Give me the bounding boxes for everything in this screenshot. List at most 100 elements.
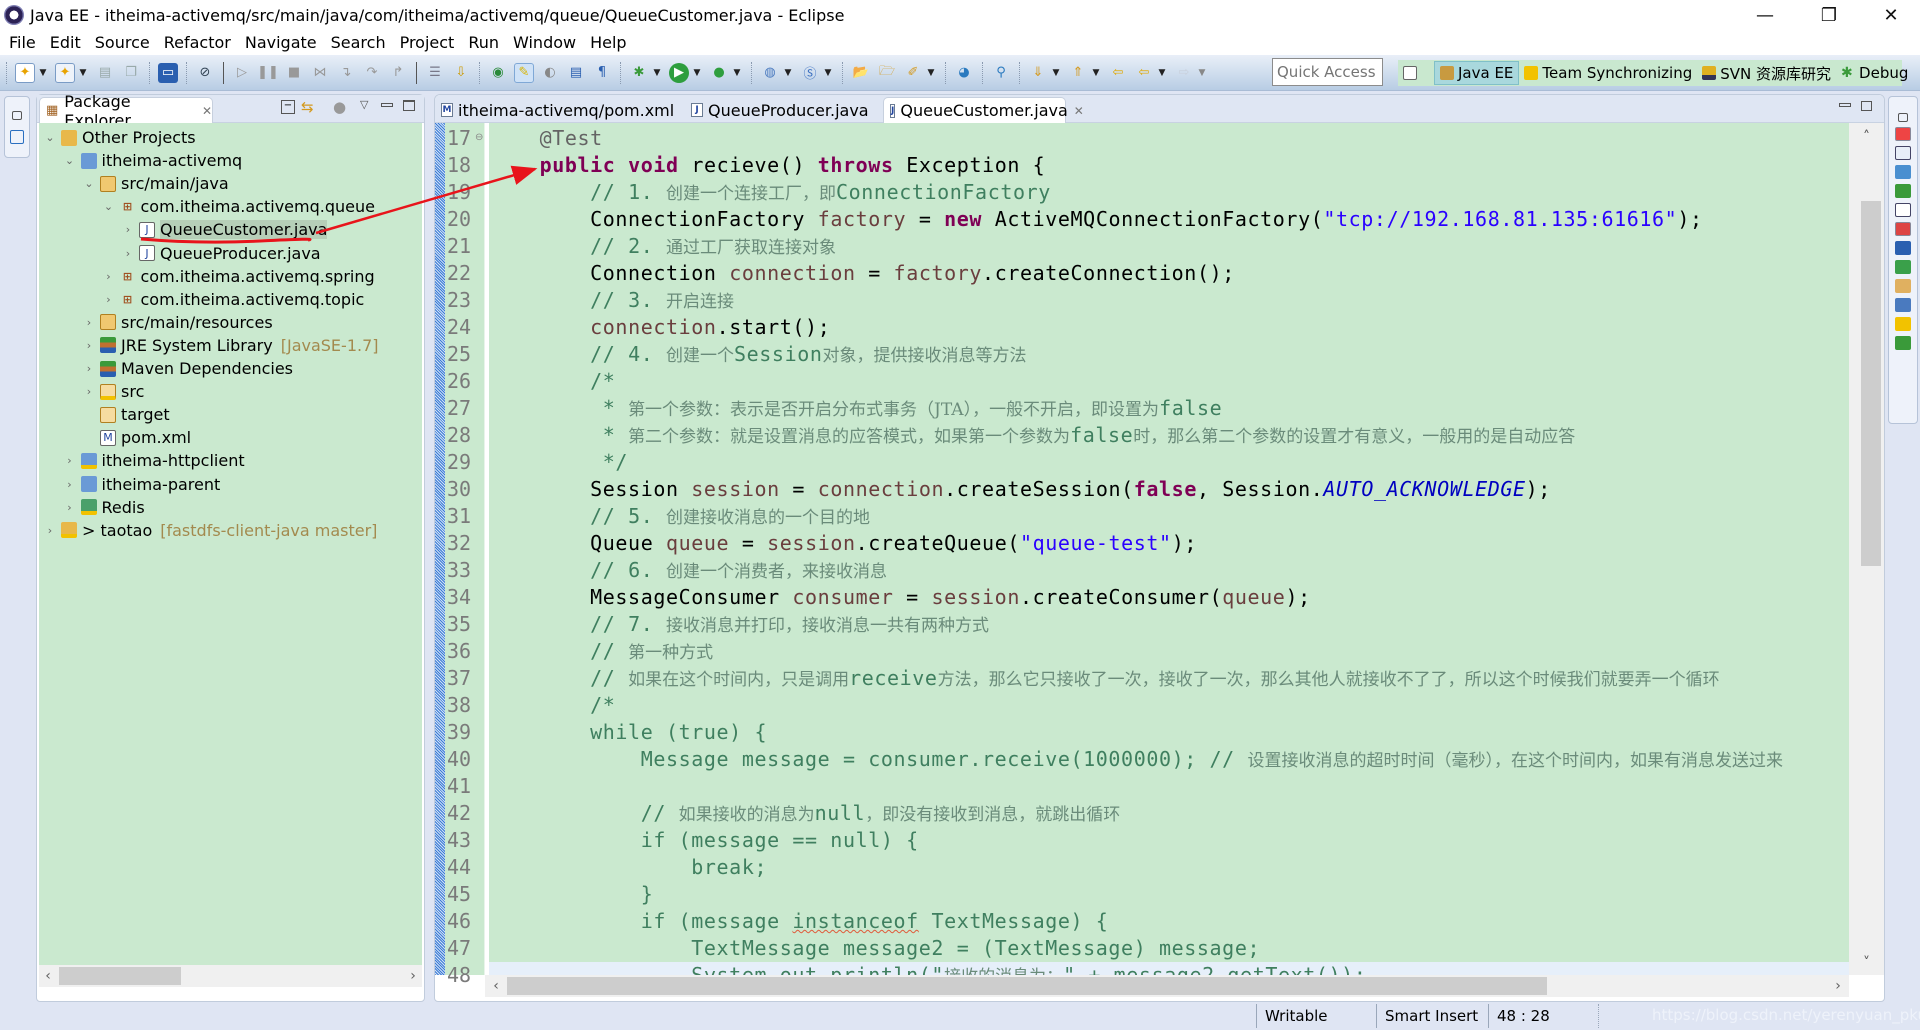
code-line[interactable]: Session session = connection.createSessi… xyxy=(489,476,1849,503)
code-line[interactable]: /* xyxy=(489,368,1849,395)
paragraph-icon[interactable]: ¶ xyxy=(592,63,612,83)
open-folder-icon[interactable]: 📂 xyxy=(851,63,871,83)
save-all-icon[interactable]: ❐ xyxy=(121,63,141,83)
chevron-down-icon[interactable]: ⌄ xyxy=(43,131,57,144)
code-line[interactable]: // 7. 接收消息并打印，接收消息一共有两种方式 xyxy=(489,611,1849,638)
chevron-down-icon[interactable]: ▼ xyxy=(823,68,833,78)
forward-icon[interactable]: ⇨ xyxy=(1174,63,1194,83)
search-view-icon[interactable] xyxy=(1895,279,1911,293)
collapse-all-icon[interactable]: − xyxy=(281,100,295,114)
code-line[interactable]: // 如果接收的消息为null，即没有接收到消息，就跳出循环 xyxy=(489,800,1849,827)
chevron-down-icon[interactable]: ▼ xyxy=(926,68,936,78)
editor-tab-pom[interactable]: M itheima-activemq/pom.xml xyxy=(435,97,677,123)
new-wizard-icon[interactable]: ✦ xyxy=(15,62,35,83)
tree-item[interactable]: › > taotao [fastdfs-client-java master] xyxy=(43,519,378,542)
chevron-down-icon[interactable]: ▼ xyxy=(692,68,702,78)
code-line[interactable]: while (true) { xyxy=(489,719,1849,746)
code-line[interactable]: /* xyxy=(489,692,1849,719)
data-source-icon[interactable] xyxy=(1895,184,1911,198)
editor-tab-queueproducer[interactable]: J QueueProducer.java xyxy=(685,97,875,123)
chevron-down-icon[interactable]: ⌄ xyxy=(63,154,77,167)
link-with-editor-icon[interactable]: ⇆ xyxy=(301,98,314,116)
close-icon[interactable]: ✕ xyxy=(1074,104,1084,118)
progress-icon[interactable] xyxy=(1895,260,1911,274)
scroll-right-icon[interactable]: › xyxy=(1829,975,1847,997)
view-menu-icon[interactable]: ▽ xyxy=(360,98,368,111)
maximize-view-icon[interactable] xyxy=(403,100,415,111)
search-icon[interactable]: ⚲ xyxy=(991,63,1011,83)
menu-navigate[interactable]: Navigate xyxy=(238,33,324,52)
tree-item[interactable]: › src/main/resources xyxy=(82,311,273,334)
code-line[interactable]: connection.start(); xyxy=(489,314,1849,341)
code-line[interactable]: // 2. 通过工厂获取连接对象 xyxy=(489,233,1849,260)
horizontal-scrollbar[interactable]: ‹ › xyxy=(485,975,1849,997)
code-line[interactable]: // 1. 创建一个连接工厂，即ConnectionFactory xyxy=(489,179,1849,206)
minimize-view-icon[interactable] xyxy=(381,103,393,107)
chevron-down-icon[interactable]: ▼ xyxy=(78,68,88,78)
perspective-svn[interactable]: SVN 资源库研究 xyxy=(1697,61,1836,85)
resume-icon[interactable]: ▷ xyxy=(232,63,252,83)
restore-editor-icon[interactable] xyxy=(1861,101,1872,111)
code-line[interactable]: // 6. 创建一个消费者，来接收消息 xyxy=(489,557,1849,584)
chevron-right-icon[interactable]: › xyxy=(102,270,116,283)
run-external-tool-icon[interactable]: ● xyxy=(709,63,729,83)
minimize-button[interactable]: — xyxy=(1736,0,1794,30)
disconnect-icon[interactable]: ⋈ xyxy=(310,63,330,83)
focus-working-set-icon[interactable]: ● xyxy=(333,98,346,116)
new-project-icon[interactable]: ✦ xyxy=(55,62,75,83)
code-line[interactable]: // 3. 开启连接 xyxy=(489,287,1849,314)
tree-item[interactable]: › ⊞ com.itheima.activemq.topic xyxy=(102,288,364,311)
tree-item[interactable]: › ⊞ com.itheima.activemq.spring xyxy=(102,265,374,288)
tree-item[interactable]: › src xyxy=(82,380,145,403)
junit-icon[interactable] xyxy=(1895,336,1911,350)
perspective-team-synchronizing[interactable]: Team Synchronizing xyxy=(1519,61,1697,85)
chevron-right-icon[interactable]: › xyxy=(121,247,135,260)
terminate-icon[interactable]: ■ xyxy=(284,63,304,83)
restore-button[interactable]: ❐ xyxy=(1800,0,1858,30)
tree-item[interactable]: › JRE System Library [JavaSE-1.7] xyxy=(82,334,379,357)
close-icon[interactable]: ✕ xyxy=(202,104,212,118)
code-line[interactable]: public void recieve() throws Exception { xyxy=(489,152,1849,179)
tree-item[interactable]: › Maven Dependencies xyxy=(82,357,293,380)
tree-item[interactable]: ⌄ itheima-activemq xyxy=(63,149,242,172)
tree-item[interactable]: › itheima-parent xyxy=(63,473,220,496)
menu-search[interactable]: Search xyxy=(324,33,393,52)
tree-item[interactable]: ⌄ Other Projects xyxy=(43,126,195,149)
problems-icon[interactable] xyxy=(1895,222,1911,236)
open-file-icon[interactable]: 🗁 xyxy=(877,63,897,83)
menu-file[interactable]: File xyxy=(2,33,43,52)
code-line[interactable]: // 第一种方式 xyxy=(489,638,1849,665)
menu-project[interactable]: Project xyxy=(393,33,462,52)
menu-help[interactable]: Help xyxy=(583,33,633,52)
block-selection-icon[interactable]: ◐ xyxy=(540,63,560,83)
mark-occurrences-icon[interactable]: ✎ xyxy=(514,62,534,83)
chevron-down-icon[interactable]: ▼ xyxy=(1051,68,1061,78)
code-line[interactable]: } xyxy=(489,881,1849,908)
skip-breakpoints-icon[interactable]: ⊘ xyxy=(195,63,215,83)
tree-item[interactable]: › J QueueCustomer.java xyxy=(121,218,328,241)
new-spring-icon[interactable]: Ⓢ xyxy=(800,63,820,83)
code-area[interactable]: @Test public void recieve() throws Excep… xyxy=(489,123,1849,975)
step-over-icon[interactable]: ↷ xyxy=(362,63,382,83)
scroll-left-icon[interactable]: ‹ xyxy=(487,975,505,997)
prev-annotation-icon[interactable]: ⇑ xyxy=(1068,63,1088,83)
editor-tab-queuecustomer[interactable]: J QueueCustomer.java ✕ xyxy=(883,97,1084,123)
chevron-down-icon[interactable]: ⌄ xyxy=(82,177,96,190)
tree-item[interactable]: › J QueueProducer.java xyxy=(121,242,321,265)
perspective-debug[interactable]: ✱ Debug xyxy=(1836,61,1913,85)
tree-item[interactable]: target xyxy=(82,403,170,426)
perspective-java-ee[interactable]: Java EE xyxy=(1434,61,1520,85)
horizontal-scrollbar[interactable]: ‹ › xyxy=(39,965,422,987)
run-icon[interactable]: ▶ xyxy=(669,62,689,83)
suspend-icon[interactable]: ❚❚ xyxy=(257,63,279,83)
chevron-right-icon[interactable]: › xyxy=(63,501,77,514)
properties-icon[interactable] xyxy=(1895,146,1911,160)
code-line[interactable]: * 第二个参数：就是设置消息的应答模式，如果第一个参数为false时，那么第二个… xyxy=(489,422,1849,449)
tree-item[interactable]: › itheima-httpclient xyxy=(63,449,244,472)
chevron-right-icon[interactable]: › xyxy=(82,316,96,329)
code-line[interactable]: @Test xyxy=(489,125,1849,152)
step-into-icon[interactable]: ↴ xyxy=(336,63,356,83)
code-line[interactable]: * 第一个参数：表示是否开启分布式事务（JTA），一般不开启，即设置为false xyxy=(489,395,1849,422)
chevron-down-icon[interactable]: ▼ xyxy=(38,68,48,78)
servers-icon[interactable] xyxy=(1895,165,1911,179)
